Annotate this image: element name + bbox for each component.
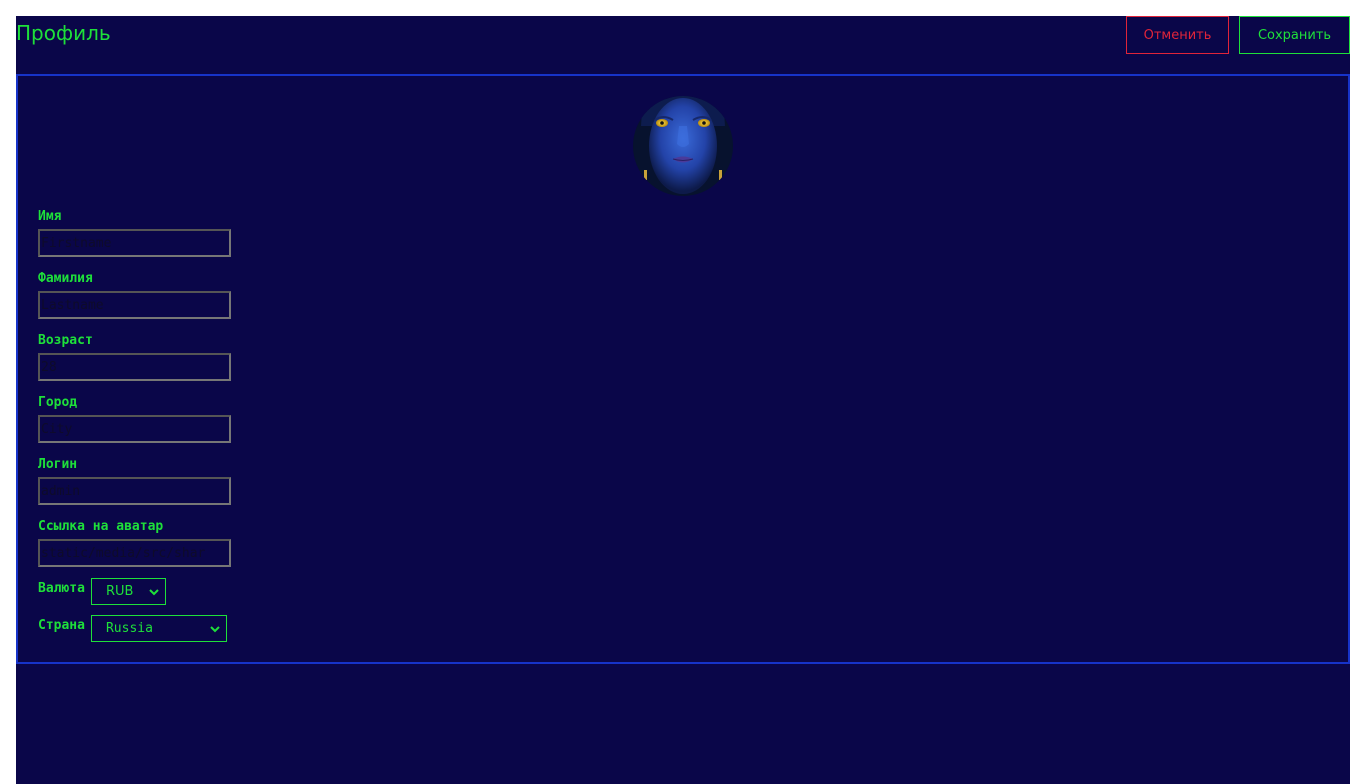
chevron-down-icon [149, 588, 159, 595]
page-title: Профиль [16, 21, 111, 45]
firstname-field: Имя [38, 210, 231, 257]
username-field: Логин [38, 458, 231, 505]
currency-label: Валюта [38, 581, 85, 596]
country-field: Страна Russia [38, 615, 227, 642]
username-label: Логин [38, 457, 78, 472]
country-label: Страна [38, 618, 85, 633]
chevron-down-icon [210, 625, 220, 632]
country-selected-value: Russia [105, 621, 153, 636]
city-input[interactable] [38, 415, 231, 443]
lastname-label: Фамилия [38, 271, 93, 286]
lastname-input[interactable] [38, 291, 231, 319]
city-label: Город [38, 395, 78, 410]
avatar-link-input[interactable] [38, 539, 231, 567]
city-field: Город [38, 396, 231, 443]
avatar [633, 96, 733, 196]
lastname-field: Фамилия [38, 272, 231, 319]
username-input[interactable] [38, 477, 231, 505]
cancel-button[interactable]: Отменить [1126, 16, 1229, 54]
currency-field: Валюта RUB [38, 578, 166, 605]
avatar-image [633, 96, 733, 196]
country-select[interactable]: Russia [90, 615, 227, 642]
save-button[interactable]: Сохранить [1239, 16, 1350, 54]
currency-select[interactable]: RUB [90, 578, 166, 605]
age-field: Возраст [38, 334, 231, 381]
avatar-link-field: Ссылка на аватар [38, 520, 231, 567]
currency-selected-value: RUB [105, 584, 134, 599]
avatar-link-label: Ссылка на аватар [38, 519, 164, 534]
firstname-input[interactable] [38, 229, 231, 257]
age-label: Возраст [38, 333, 93, 348]
profile-page: Профиль Отменить Сохранить Имя Firstname… [16, 16, 1350, 784]
profile-card: Имя Фамилия Возраст Город Логин Ссылка н… [16, 74, 1350, 664]
age-input[interactable] [38, 353, 231, 381]
firstname-label: Имя [38, 209, 62, 224]
